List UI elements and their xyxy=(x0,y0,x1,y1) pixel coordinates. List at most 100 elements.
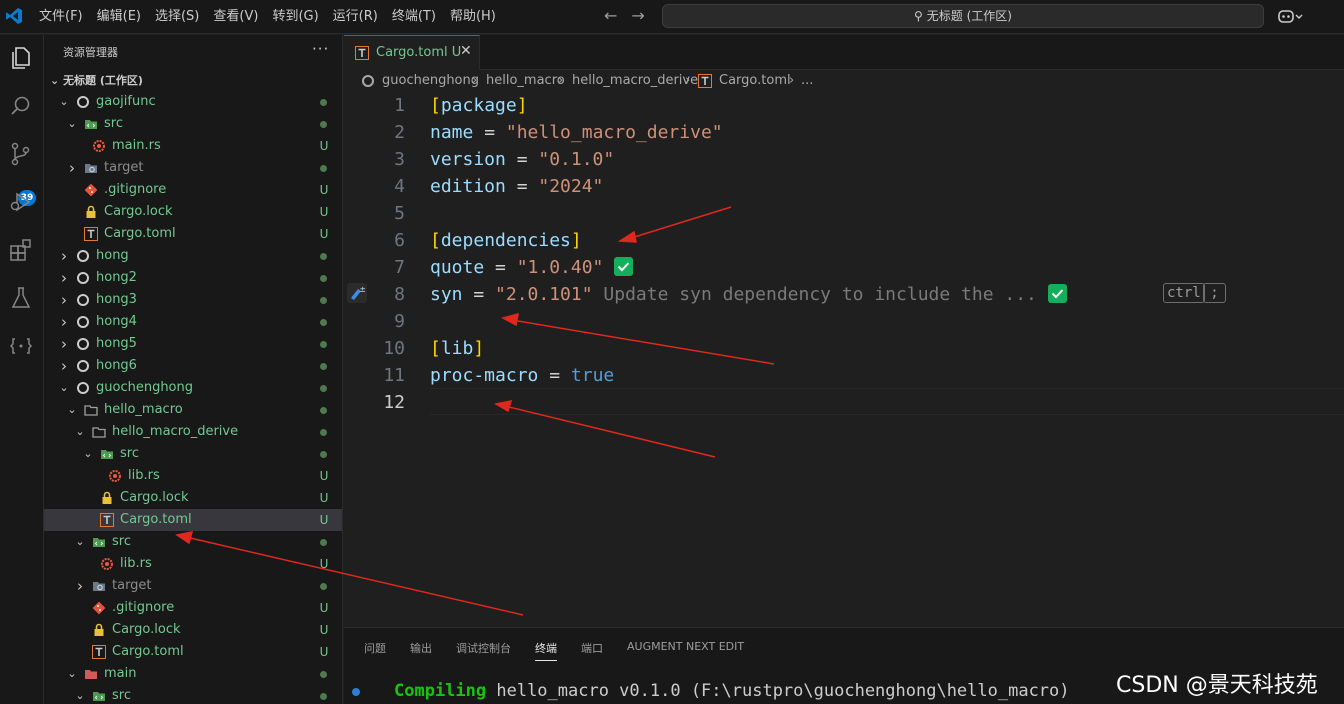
breadcrumb-item[interactable]: ... xyxy=(801,70,813,92)
tree-item[interactable]: lib.rs U xyxy=(44,553,342,575)
menu-view[interactable]: 查看(V) xyxy=(206,0,265,34)
tab-cargo-toml[interactable]: Cargo.toml U ✕ xyxy=(344,35,480,70)
close-tab-icon[interactable]: ✕ xyxy=(460,43,472,59)
svg-text:±: ± xyxy=(360,285,366,295)
breadcrumb-separator-icon: › xyxy=(789,73,795,88)
chevron-down-icon[interactable]: ⌄ xyxy=(66,113,78,135)
workspace-title: 无标题 (工作区) xyxy=(63,74,143,87)
chevron-down-icon[interactable]: ⌄ xyxy=(82,443,94,465)
tree-item[interactable]: ⌄ src xyxy=(44,113,342,135)
tree-item[interactable]: main.rs U xyxy=(44,135,342,157)
tree-item[interactable]: › hong3 xyxy=(44,289,342,311)
tree-item[interactable]: ⌄ src xyxy=(44,443,342,465)
tab-problems[interactable]: 问题 xyxy=(364,640,386,656)
chevron-right-icon[interactable]: › xyxy=(58,245,70,267)
code-line-11: proc-macro = true xyxy=(430,365,615,386)
tree-item[interactable]: Cargo.toml U xyxy=(44,509,342,531)
git-status-badge: U xyxy=(319,557,329,571)
chevron-down-icon[interactable]: ⌄ xyxy=(66,399,78,421)
tree-item[interactable]: ⌄ src xyxy=(44,531,342,553)
code-line-10: [lib] xyxy=(430,338,485,359)
chevron-down-icon[interactable]: ⌄ xyxy=(66,663,78,685)
tree-item[interactable]: › hong xyxy=(44,245,342,267)
menu-bar: 文件(F) 编辑(E) 选择(S) 查看(V) 转到(G) 运行(R) 终端(T… xyxy=(32,0,503,34)
tab-output[interactable]: 输出 xyxy=(410,640,432,656)
source-control-icon[interactable] xyxy=(8,141,34,167)
git-status-badge: U xyxy=(319,645,329,659)
chevron-right-icon[interactable]: › xyxy=(58,355,70,377)
chevron-down-icon[interactable]: ⌄ xyxy=(74,531,86,553)
tree-item[interactable]: Cargo.toml U xyxy=(44,223,342,245)
chevron-down-icon[interactable]: ⌄ xyxy=(74,685,86,704)
line-number: 10 xyxy=(383,338,405,359)
chevron-right-icon[interactable]: › xyxy=(66,157,78,179)
accepted-check-icon[interactable] xyxy=(614,257,634,276)
chevron-down-icon[interactable]: ⌄ xyxy=(58,91,70,113)
run-debug-icon[interactable] xyxy=(8,189,34,215)
menu-edit[interactable]: 编辑(E) xyxy=(90,0,148,34)
chevron-right-icon[interactable]: › xyxy=(74,575,86,597)
tree-item[interactable]: › hong2 xyxy=(44,267,342,289)
tree-item[interactable]: ⌄ hello_macro_derive xyxy=(44,421,342,443)
chevron-right-icon[interactable]: › xyxy=(58,267,70,289)
menu-run[interactable]: 运行(R) xyxy=(326,0,385,34)
tree-item[interactable]: ⌄ src xyxy=(44,685,342,704)
tab-terminal[interactable]: 终端 xyxy=(535,640,557,661)
tree-item[interactable]: ⌄ main xyxy=(44,663,342,685)
more-actions-icon[interactable]: ··· xyxy=(312,40,329,58)
breadcrumb-item[interactable]: hello_macro xyxy=(486,70,565,92)
tree-item[interactable]: ⌄ hello_macro xyxy=(44,399,342,421)
tree-item[interactable]: Cargo.lock U xyxy=(44,619,342,641)
tree-item[interactable]: Cargo.lock U xyxy=(44,487,342,509)
terminal-output[interactable]: Compiling hello_macro v0.1.0 (F:\rustpro… xyxy=(394,681,1070,701)
workspace-header[interactable]: ⌄ 无标题 (工作区) xyxy=(50,72,143,88)
tree-item[interactable]: › hong4 xyxy=(44,311,342,333)
menu-file[interactable]: 文件(F) xyxy=(32,0,90,34)
tree-item[interactable]: › hong6 xyxy=(44,355,342,377)
folder-icon xyxy=(84,405,98,416)
git-modified-dot xyxy=(320,363,327,370)
explorer-icon[interactable] xyxy=(8,45,34,71)
code-editor[interactable]: 1 2 3 4 5 6 7 8 9 10 11 12 ± [package] n… xyxy=(344,92,1344,627)
breadcrumb-item[interactable]: guochenghong xyxy=(382,70,479,92)
menu-help[interactable]: 帮助(H) xyxy=(443,0,503,34)
forward-arrow-icon[interactable]: → xyxy=(631,7,644,25)
search-icon[interactable] xyxy=(8,93,34,119)
tab-ports[interactable]: 端口 xyxy=(581,640,603,656)
git-status-badge: U xyxy=(319,601,329,615)
chevron-right-icon[interactable]: › xyxy=(58,289,70,311)
tab-augment-next-edit[interactable]: AUGMENT NEXT EDIT xyxy=(627,640,744,653)
chevron-right-icon[interactable]: › xyxy=(58,333,70,355)
tree-item[interactable]: Cargo.lock U xyxy=(44,201,342,223)
breadcrumb-separator-icon: › xyxy=(685,73,691,88)
git-modified-dot xyxy=(320,121,327,128)
tree-item[interactable]: ⌄ guochenghong xyxy=(44,377,342,399)
breadcrumb-item[interactable]: hello_macro_derive xyxy=(572,70,698,92)
accept-check-icon[interactable] xyxy=(1047,284,1067,303)
tree-item[interactable]: .gitignore U xyxy=(44,179,342,201)
tree-item[interactable]: › target xyxy=(44,575,342,597)
next-edit-suggestion-icon[interactable]: ± xyxy=(347,283,367,303)
extensions-icon[interactable] xyxy=(8,237,34,263)
chevron-down-icon[interactable]: ⌄ xyxy=(58,377,70,399)
menu-terminal[interactable]: 终端(T) xyxy=(385,0,443,34)
copilot-icon[interactable] xyxy=(1278,8,1304,28)
tree-item[interactable]: .gitignore U xyxy=(44,597,342,619)
breadcrumb-item[interactable]: Cargo.toml xyxy=(719,70,791,92)
tab-debug-console[interactable]: 调试控制台 xyxy=(456,640,511,656)
command-center-search[interactable]: ⚲ 无标题 (工作区) xyxy=(662,4,1264,28)
chevron-right-icon[interactable]: › xyxy=(58,311,70,333)
tree-item[interactable]: lib.rs U xyxy=(44,465,342,487)
tree-item[interactable]: › hong5 xyxy=(44,333,342,355)
remote-explorer-icon[interactable] xyxy=(8,333,34,359)
chevron-down-icon[interactable]: ⌄ xyxy=(74,421,86,443)
tree-item[interactable]: › target xyxy=(44,157,342,179)
tree-item[interactable]: ⌄ gaojifunc xyxy=(44,91,342,113)
line-number: 8 xyxy=(394,284,405,305)
breadcrumb-separator-icon: › xyxy=(472,73,478,88)
testing-flask-icon[interactable] xyxy=(8,285,34,311)
back-arrow-icon[interactable]: ← xyxy=(604,7,617,25)
menu-selection[interactable]: 选择(S) xyxy=(148,0,206,34)
tree-item[interactable]: Cargo.toml U xyxy=(44,641,342,663)
menu-go[interactable]: 转到(G) xyxy=(265,0,325,34)
